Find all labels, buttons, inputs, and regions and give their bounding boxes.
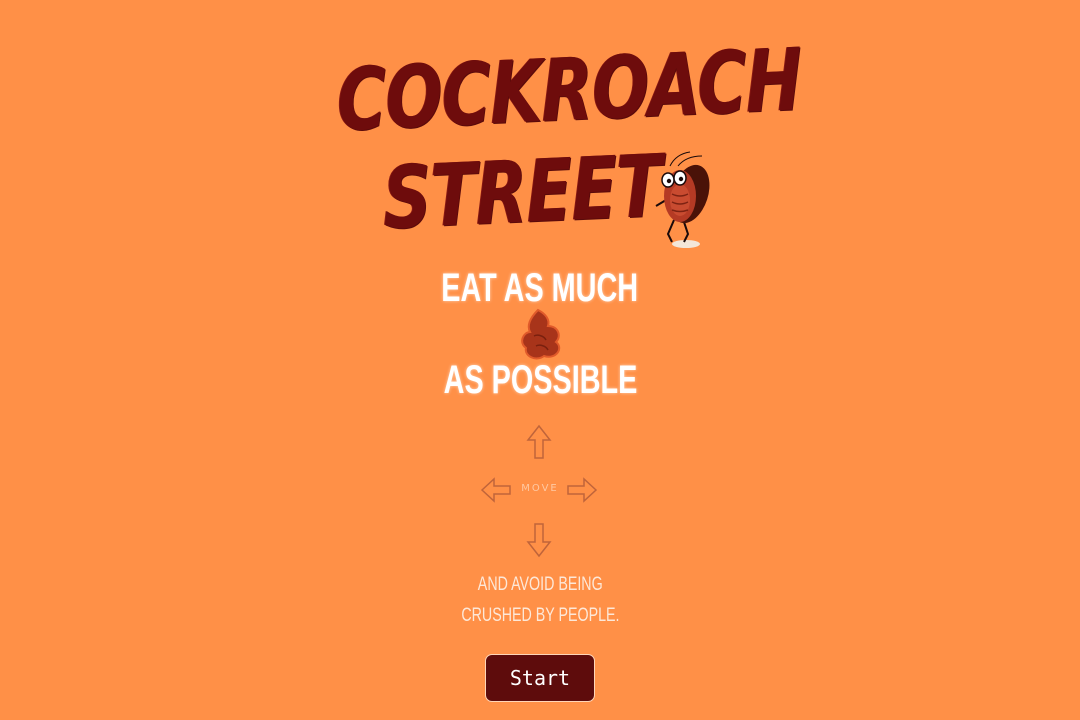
arrow-up-icon xyxy=(526,424,552,459)
arrow-down-icon xyxy=(526,523,552,558)
start-screen: COCKROACH STREET EAT AS MUCH AS POSSIBLE… xyxy=(0,0,1080,720)
eat-as-much-text: EAT AS MUCH xyxy=(441,266,639,310)
avoid-text-line-2: CRUSHED BY PEOPLE. xyxy=(460,605,620,626)
title-line-2: STREET xyxy=(381,136,663,249)
title-line-1: COCKROACH xyxy=(335,30,803,151)
arrow-right-icon xyxy=(567,477,598,503)
move-label: MOVE xyxy=(521,483,559,494)
arrow-left-icon xyxy=(480,477,511,503)
start-button[interactable]: Start xyxy=(485,654,595,702)
avoid-text-line-1: AND AVOID BEING xyxy=(477,574,603,595)
as-possible-text: AS POSSIBLE xyxy=(443,358,637,402)
food-blob-icon xyxy=(521,308,561,360)
cockroach-mascot-icon xyxy=(655,151,710,248)
